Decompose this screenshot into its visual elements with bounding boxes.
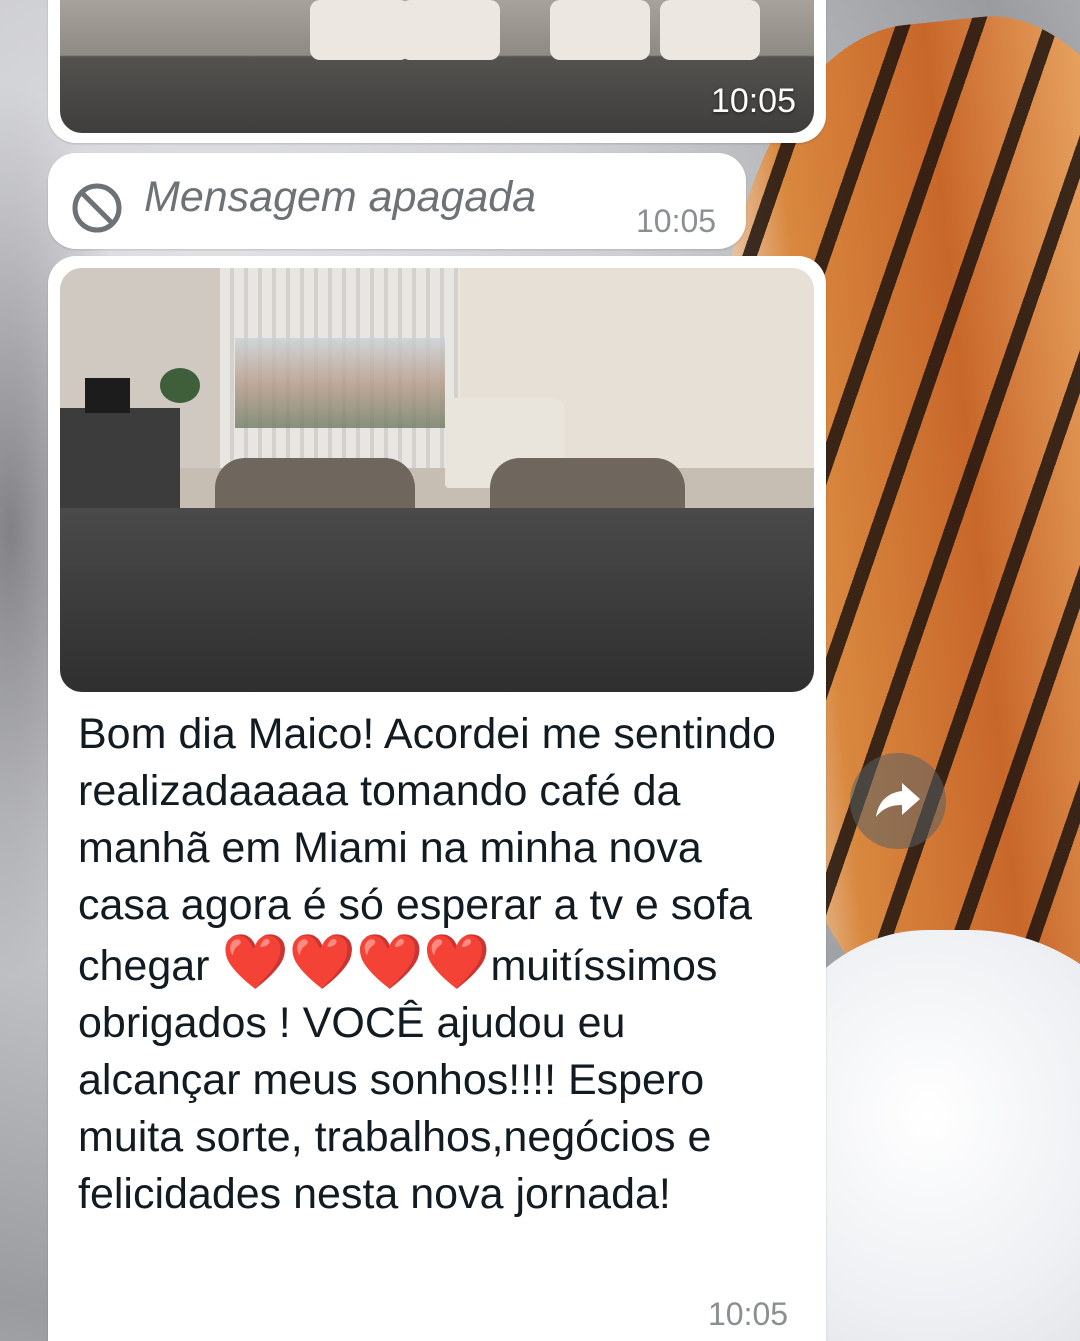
photo-table xyxy=(60,508,814,692)
heart-emoji: ❤️ xyxy=(288,932,356,992)
forward-icon xyxy=(870,771,926,832)
photo-chair xyxy=(660,0,760,60)
photo-view xyxy=(235,338,445,428)
message-time: 10:05 xyxy=(708,1296,789,1332)
photo-chair xyxy=(550,0,650,60)
message-time: 10:05 xyxy=(710,82,796,120)
blocked-icon xyxy=(70,181,124,235)
forward-button[interactable] xyxy=(850,753,946,849)
message-image-caption-bubble[interactable]: Bom dia Maico! Acordei me sentindo reali… xyxy=(48,256,826,1341)
deleted-message-bubble[interactable]: Mensagem apagada 10:05 xyxy=(48,153,746,249)
photo-chair xyxy=(400,0,500,60)
heart-emoji: ❤️ xyxy=(355,932,424,992)
photo-tv-cabinet xyxy=(60,408,180,508)
heart-emoji: ❤️ xyxy=(221,932,289,992)
deleted-message-text: Mensagem apagada xyxy=(144,173,537,221)
heart-emoji: ❤️ xyxy=(423,932,491,992)
message-image-bubble[interactable]: 10:05 xyxy=(48,0,826,143)
message-photo[interactable]: 10:05 xyxy=(60,0,814,133)
photo-plant xyxy=(160,368,200,403)
message-time: 10:05 xyxy=(636,203,717,239)
message-photo[interactable] xyxy=(60,268,814,692)
message-caption: Bom dia Maico! Acordei me sentindo reali… xyxy=(78,706,798,1223)
photo-chair xyxy=(310,0,410,60)
photo-tv xyxy=(85,378,130,413)
